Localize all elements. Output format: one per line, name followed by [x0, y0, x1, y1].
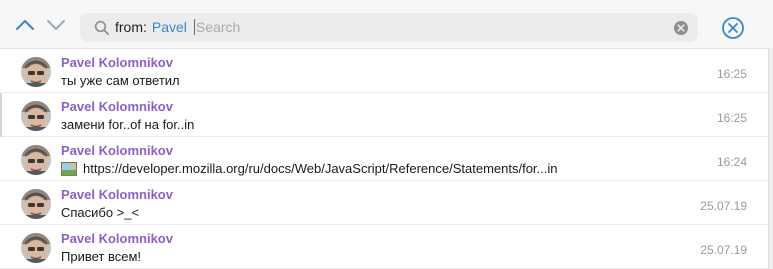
avatar-image [21, 101, 51, 131]
message-body: замени for..of на for..in [61, 117, 195, 132]
chevron-down-icon [47, 20, 65, 30]
clear-icon [677, 24, 685, 32]
search-result-row[interactable]: Pavel Kolomnikov https://developer.mozil… [0, 137, 768, 181]
chevron-up-icon [16, 20, 34, 30]
message-time: 25.07.19 [700, 243, 747, 257]
search-input[interactable] [195, 19, 396, 35]
message-text: ты уже сам ответил [61, 73, 180, 88]
search-icon [94, 20, 109, 35]
sender-name: Pavel Kolomnikov [61, 187, 173, 202]
message-time: 25.07.19 [700, 199, 747, 213]
message-text: Спасибо >_< [61, 205, 139, 220]
clear-search-button[interactable] [674, 21, 688, 35]
message-body: ты уже сам ответил [61, 73, 180, 88]
sender-name: Pavel Kolomnikov [61, 99, 173, 114]
search-results-list: Pavel Kolomnikov ты уже сам ответил 16:2… [0, 48, 768, 269]
avatar-image [21, 189, 51, 219]
scrollbar[interactable] [768, 48, 773, 269]
next-result-button[interactable] [46, 15, 66, 35]
search-box[interactable]: from: Pavel [80, 13, 698, 42]
avatar-image [21, 145, 51, 175]
message-text: Привет всем! [61, 249, 141, 264]
sender-name: Pavel Kolomnikov [61, 143, 173, 158]
search-query: from: Pavel [115, 19, 396, 35]
chat-search-panel: from: Pavel Search Pavel Kolomnikov ты у… [0, 0, 773, 269]
text-caret [193, 19, 195, 35]
message-time: 16:25 [716, 111, 747, 125]
row-accent-bar [0, 93, 2, 137]
search-result-row[interactable]: Pavel Kolomnikov Спасибо >_< 25.07.19 [0, 181, 768, 225]
sender-name: Pavel Kolomnikov [61, 231, 173, 246]
search-result-row[interactable]: Pavel Kolomnikov ты уже сам ответил 16:2… [0, 49, 768, 93]
message-body: Привет всем! [61, 249, 141, 264]
search-result-row[interactable]: Pavel Kolomnikov Привет всем! 25.07.19 [0, 225, 768, 269]
image-icon [61, 161, 77, 176]
avatar-image [21, 233, 51, 263]
avatar [21, 189, 51, 219]
avatar [21, 57, 51, 87]
search-toolbar: from: Pavel [0, 0, 773, 48]
close-search-button[interactable] [721, 16, 745, 40]
message-body: Спасибо >_< [61, 205, 140, 220]
sender-name: Pavel Kolomnikov [61, 55, 173, 70]
search-result-row[interactable]: Pavel Kolomnikov замени for..of на for..… [0, 93, 768, 137]
message-text: https://developer.mozilla.org/ru/docs/We… [61, 161, 558, 176]
search-filter-prefix: from: [115, 19, 147, 35]
message-text: замени for..of на for..in [61, 117, 194, 132]
message-time: 16:24 [716, 155, 747, 169]
avatar-image [21, 57, 51, 87]
message-time: 16:25 [716, 67, 747, 81]
message-body[interactable]: https://developer.mozilla.org/ru/docs/We… [83, 161, 558, 176]
avatar [21, 145, 51, 175]
search-filter-user[interactable]: Pavel [152, 19, 187, 35]
close-circle-icon [722, 17, 744, 39]
avatar [21, 233, 51, 263]
previous-result-button[interactable] [15, 15, 35, 35]
avatar [21, 101, 51, 131]
